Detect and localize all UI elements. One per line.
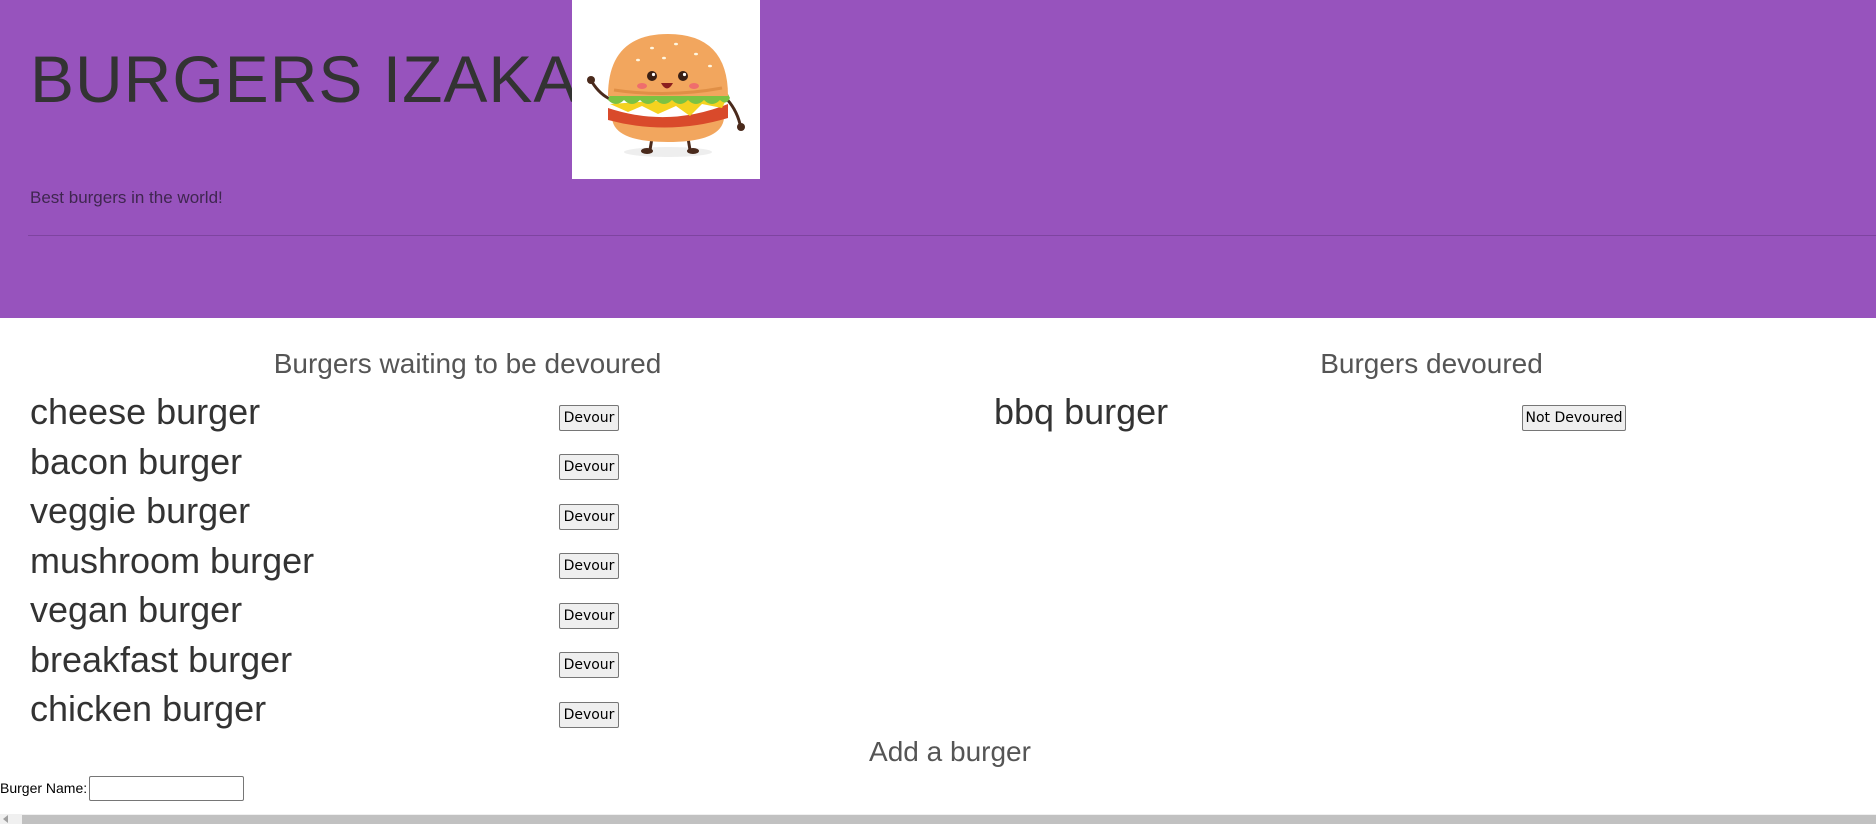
- burger-logo-icon: [572, 0, 760, 179]
- devour-button[interactable]: Devour: [559, 603, 619, 629]
- header-divider: [28, 235, 1876, 236]
- scroll-left-arrow-icon[interactable]: [3, 815, 8, 823]
- devour-button[interactable]: Devour: [559, 702, 619, 728]
- add-burger-title: Add a burger: [869, 736, 1031, 767]
- list-item: vegan burger: [30, 589, 243, 630]
- list-item: breakfast burger: [30, 639, 293, 680]
- list-item: chicken burger: [30, 688, 267, 729]
- burger-name-label: Burger Name:: [0, 780, 88, 796]
- scrollbar-thumb[interactable]: [22, 815, 1876, 824]
- devour-button[interactable]: Devour: [559, 553, 619, 579]
- horizontal-scrollbar[interactable]: [0, 814, 1876, 824]
- list-item: mushroom burger: [30, 540, 315, 581]
- list-item: bbq burger: [994, 391, 1169, 432]
- devoured-column-title: Burgers devoured: [1320, 348, 1543, 379]
- list-item: cheese burger: [30, 391, 261, 432]
- waiting-column-title: Burgers waiting to be devoured: [273, 348, 662, 379]
- devour-button[interactable]: Devour: [559, 652, 619, 678]
- site-header: BURGERS IZAKAYA Best burgers in the worl…: [0, 0, 1876, 318]
- not-devoured-button[interactable]: Not Devoured: [1522, 405, 1626, 431]
- devour-button[interactable]: Devour: [559, 454, 619, 480]
- list-item: veggie burger: [30, 490, 251, 531]
- site-title: BURGERS IZAKAYA: [30, 42, 659, 116]
- devour-button[interactable]: Devour: [559, 405, 619, 431]
- list-item: bacon burger: [30, 441, 243, 482]
- burger-name-input[interactable]: [89, 776, 244, 801]
- site-tagline: Best burgers in the world!: [30, 188, 223, 207]
- devour-button[interactable]: Devour: [559, 504, 619, 530]
